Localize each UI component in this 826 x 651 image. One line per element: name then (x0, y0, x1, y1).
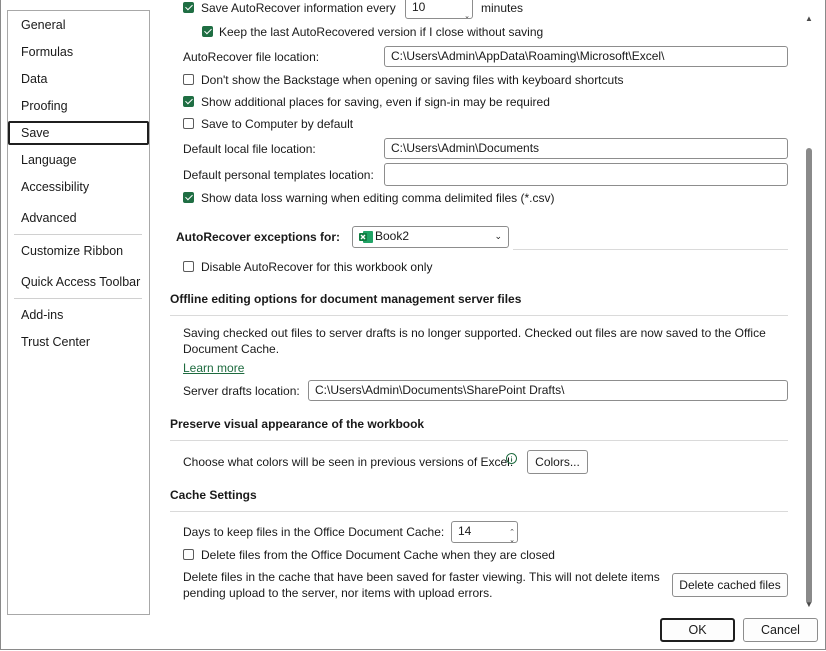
dont-show-backstage-label: Don't show the Backstage when opening or… (201, 73, 624, 87)
save-autorecover-checkbox[interactable] (183, 2, 194, 13)
sidebar-item-formulas[interactable]: Formulas (8, 40, 149, 64)
chevron-down-icon[interactable]: ⌄ (464, 7, 470, 18)
chevron-down-icon: ⌄ (494, 231, 502, 241)
data-loss-warning-checkbox[interactable] (183, 192, 194, 203)
autorecover-workbook-value: Book2 (375, 229, 410, 243)
chevron-down-icon[interactable]: ⌄ (509, 531, 515, 542)
scroll-down-icon[interactable]: ▼ (805, 600, 813, 609)
section-divider (170, 511, 788, 512)
autorecover-location-input[interactable]: C:\Users\Admin\AppData\Roaming\Microsoft… (384, 46, 788, 67)
dont-show-backstage-checkbox[interactable] (183, 74, 194, 85)
delete-cache-description-line1: Delete files in the cache that have been… (183, 570, 660, 584)
cache-days-label: Days to keep files in the Office Documen… (183, 525, 445, 539)
autorecover-exceptions-label: AutoRecover exceptions for: (176, 230, 341, 244)
sidebar-divider (14, 234, 142, 235)
sidebar-item-add-ins[interactable]: Add-ins (8, 303, 149, 327)
preserve-appearance-heading: Preserve visual appearance of the workbo… (170, 417, 425, 431)
save-to-computer-checkbox[interactable] (183, 118, 194, 129)
show-additional-places-label: Show additional places for saving, even … (201, 95, 550, 109)
autorecover-workbook-select[interactable]: Book2 ⌄ (352, 226, 509, 248)
autorecover-minutes-input[interactable]: 10 ⌄ (405, 0, 473, 19)
learn-more-link[interactable]: Learn more (183, 361, 244, 375)
minutes-label: minutes (481, 1, 524, 15)
sidebar-item-general[interactable]: General (8, 13, 149, 37)
sidebar-item-label: Advanced (21, 211, 77, 225)
keep-last-version-checkbox[interactable] (202, 26, 213, 37)
ok-button[interactable]: OK (660, 618, 735, 642)
sidebar-item-label: Formulas (21, 45, 74, 59)
sidebar-item-save[interactable]: Save (8, 121, 149, 145)
info-icon[interactable]: i (506, 453, 517, 464)
scrollbar-thumb[interactable] (806, 148, 812, 604)
save-autorecover-label: Save AutoRecover information every (201, 1, 396, 15)
sidebar: General Formulas Data Proofing Save Lang… (7, 10, 150, 615)
default-templates-location-label: Default personal templates location: (183, 168, 374, 182)
sidebar-item-label: Data (21, 72, 48, 86)
autorecover-location-label: AutoRecover file location: (183, 50, 320, 64)
default-templates-location-input[interactable] (384, 163, 788, 186)
section-divider (170, 440, 788, 441)
show-additional-places-checkbox[interactable] (183, 96, 194, 107)
delete-cache-description-line2: pending upload to the server, nor items … (183, 586, 493, 600)
cache-settings-heading: Cache Settings (170, 488, 257, 502)
server-drafts-input[interactable]: C:\Users\Admin\Documents\SharePoint Draf… (308, 380, 788, 401)
sidebar-item-label: Trust Center (21, 335, 91, 349)
keep-last-version-label: Keep the last AutoRecovered version if I… (219, 25, 544, 39)
sidebar-item-accessibility[interactable]: Accessibility (8, 175, 149, 199)
server-drafts-label: Server drafts location: (183, 384, 300, 398)
sidebar-divider (14, 298, 142, 299)
colors-label: Choose what colors will be seen in previ… (183, 455, 514, 469)
disable-autorecover-label: Disable AutoRecover for this workbook on… (201, 260, 433, 274)
vertical-scrollbar[interactable]: ▲ ▼ (803, 10, 815, 613)
default-local-location-label: Default local file location: (183, 142, 316, 156)
scroll-up-icon[interactable]: ▲ (805, 14, 813, 23)
sidebar-item-quick-access-toolbar[interactable]: Quick Access Toolbar (8, 270, 149, 294)
disable-autorecover-checkbox[interactable] (183, 261, 194, 272)
offline-description-line2: Document Cache. (183, 342, 280, 356)
autorecover-minutes-value: 10 (412, 0, 426, 14)
sidebar-item-advanced[interactable]: Advanced (8, 206, 149, 230)
sidebar-item-label: Proofing (21, 99, 68, 113)
default-local-location-input[interactable]: C:\Users\Admin\Documents (384, 138, 788, 159)
sidebar-item-label: Customize Ribbon (21, 244, 124, 258)
section-divider (513, 249, 788, 250)
offline-description-line1: Saving checked out files to server draft… (183, 326, 766, 340)
offline-editing-heading: Offline editing options for document man… (170, 292, 522, 306)
sidebar-item-label: Save (21, 126, 50, 140)
sidebar-item-label: Quick Access Toolbar (21, 275, 141, 289)
sidebar-item-label: Language (21, 153, 77, 167)
delete-cached-files-button[interactable]: Delete cached files (672, 573, 788, 597)
sidebar-item-label: Add-ins (21, 308, 64, 322)
sidebar-item-language[interactable]: Language (8, 148, 149, 172)
cache-days-stepper[interactable]: 14 ⌃ ⌄ (451, 521, 518, 543)
data-loss-warning-label: Show data loss warning when editing comm… (201, 191, 555, 205)
section-divider (170, 315, 788, 316)
delete-closed-files-label: Delete files from the Office Document Ca… (201, 548, 555, 562)
sidebar-item-customize-ribbon[interactable]: Customize Ribbon (8, 239, 149, 263)
sidebar-item-label: Accessibility (21, 180, 90, 194)
sidebar-item-proofing[interactable]: Proofing (8, 94, 149, 118)
delete-closed-files-checkbox[interactable] (183, 549, 194, 560)
sidebar-item-data[interactable]: Data (8, 67, 149, 91)
excel-workbook-icon (359, 231, 373, 243)
save-to-computer-label: Save to Computer by default (201, 117, 354, 131)
colors-button[interactable]: Colors... (527, 450, 588, 474)
save-options-panel: Save AutoRecover information every 10 ⌄ … (152, 0, 802, 613)
cancel-button[interactable]: Cancel (743, 618, 818, 642)
cache-days-value: 14 (458, 524, 472, 538)
sidebar-item-label: General (21, 18, 66, 32)
sidebar-item-trust-center[interactable]: Trust Center (8, 330, 149, 354)
